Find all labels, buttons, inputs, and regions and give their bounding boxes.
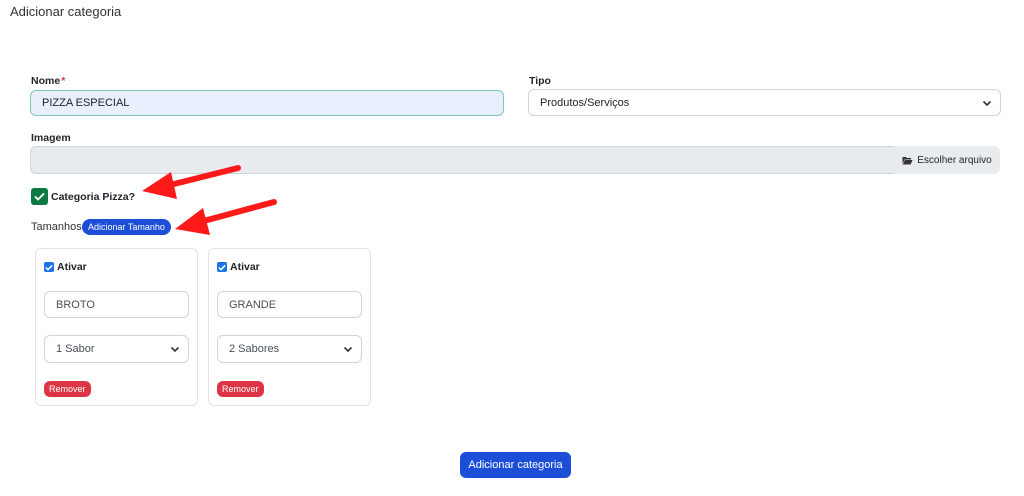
annotation-arrows <box>142 165 277 235</box>
annotation-arrow-categoria-pizza <box>142 165 241 199</box>
annotation-arrow-adicionar-tamanho <box>175 199 277 235</box>
